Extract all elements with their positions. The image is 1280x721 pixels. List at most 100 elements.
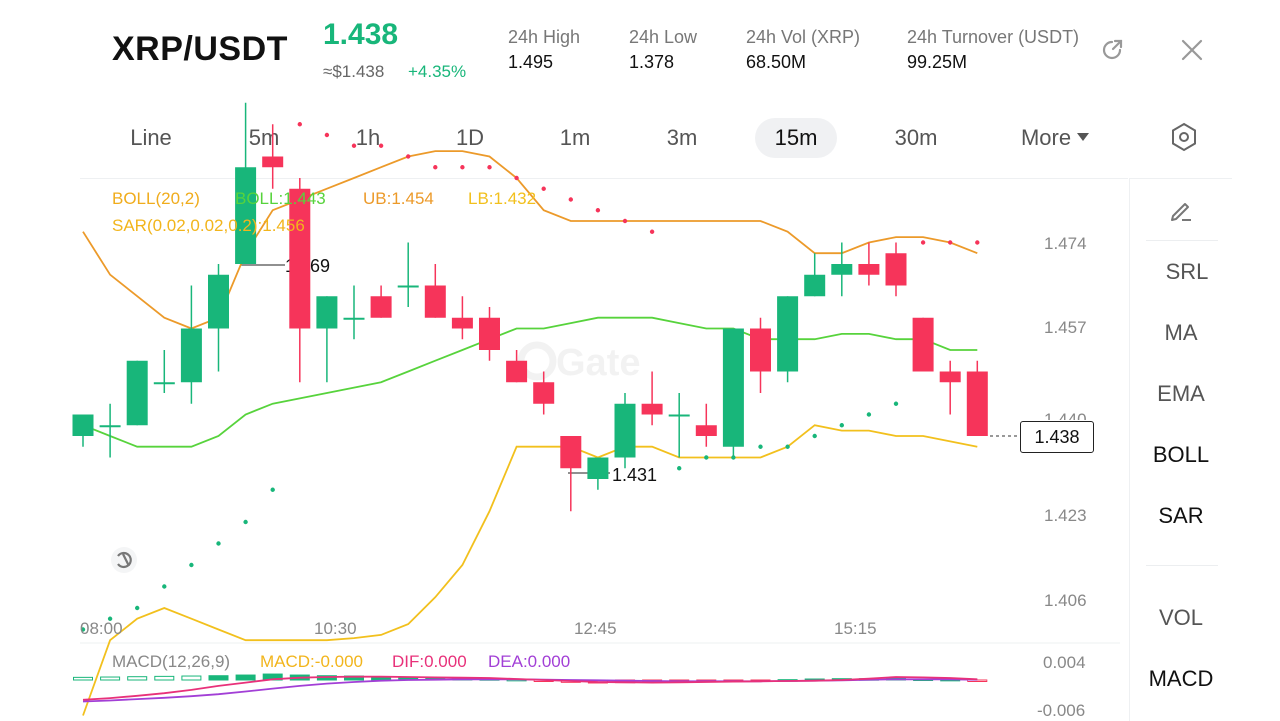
dif-value: DIF:0.000 <box>392 652 467 671</box>
sar-dot <box>920 240 926 245</box>
candle-body <box>614 403 636 458</box>
candle-body <box>722 328 744 447</box>
sar-dot <box>433 165 438 170</box>
candlestick-chart[interactable]: Gate 1.469 1.431 <box>0 0 1280 720</box>
sar-dot <box>622 218 628 224</box>
candle-body <box>587 457 609 479</box>
candle-body <box>208 274 229 329</box>
indicator-side-panel: SRL MA EMA BOLL SAR VOL MACD <box>1129 178 1232 721</box>
boll-mid-value: BOLL:1.443 <box>235 189 326 208</box>
price-axis-tick: 1.474 <box>1044 234 1087 253</box>
sar-dot <box>406 154 411 159</box>
boll-lb-value: LB:1.432 <box>468 189 537 208</box>
macd-params: MACD(12,26,9) <box>112 652 231 671</box>
candle-body <box>506 360 528 383</box>
sar-dot <box>351 143 357 148</box>
sar-dot <box>948 240 953 245</box>
candle-body <box>370 296 392 318</box>
current-price-tag: 1.438 <box>1020 421 1094 453</box>
macd-value: MACD:-0.000 <box>260 652 363 671</box>
price-axis-tick: 1.406 <box>1044 591 1087 610</box>
candle-body <box>939 371 961 383</box>
sar-dot <box>541 186 546 191</box>
indicator-boll[interactable]: BOLL <box>1130 442 1232 468</box>
candle-body <box>912 317 934 372</box>
indicator-sar[interactable]: SAR <box>1130 503 1232 529</box>
sar-dot <box>487 165 492 170</box>
macd-histogram-bar <box>127 676 148 681</box>
candle-body <box>451 317 473 329</box>
sar-dot <box>649 229 655 234</box>
sar-dot <box>270 487 275 492</box>
macd-axis-tick: 0.004 <box>1043 653 1086 672</box>
sar-value: SAR(0.02,0.02,0.2):1.456 <box>112 216 305 235</box>
time-axis-tick: 08:00 <box>80 619 123 638</box>
time-axis-tick: 12:45 <box>574 619 617 638</box>
sar-dot <box>243 519 248 525</box>
pencil-icon[interactable] <box>1130 197 1232 229</box>
candle-body <box>289 188 311 329</box>
sar-dot <box>785 444 790 449</box>
sar-dot <box>189 562 194 568</box>
candle-body <box>262 156 284 168</box>
candle-body <box>180 328 202 383</box>
candle-body <box>99 425 121 428</box>
sar-dot <box>135 605 140 611</box>
candle-body <box>966 371 988 436</box>
macd-histogram-bar <box>154 675 175 681</box>
sar-dot <box>677 466 682 471</box>
candle-body <box>343 317 365 320</box>
candle-body <box>397 285 419 288</box>
gate-watermark: Gate <box>517 341 640 384</box>
sar-dot <box>731 455 736 460</box>
sar-dot <box>595 208 601 213</box>
indicator-ema[interactable]: EMA <box>1130 381 1232 407</box>
candle-body <box>153 382 175 385</box>
candle-body <box>641 403 663 415</box>
dea-line <box>82 678 978 703</box>
boll-ub-value: UB:1.454 <box>363 189 434 208</box>
candle-body <box>858 264 880 275</box>
candle-body <box>831 264 853 275</box>
dea-value: DEA:0.000 <box>488 652 571 671</box>
sar-dot <box>812 433 817 439</box>
macd-histogram-bar <box>235 674 256 681</box>
sar-dot <box>704 455 709 460</box>
sar-dot <box>324 132 330 138</box>
candle-body <box>533 382 555 404</box>
candle-body <box>479 317 500 350</box>
macd-histogram-bar <box>208 675 229 681</box>
sar-dot <box>975 240 980 245</box>
macd-axis-tick: -0.006 <box>1037 701 1086 720</box>
macd-histogram-bar <box>73 676 93 681</box>
sar-dot <box>839 423 844 428</box>
replay-icon[interactable] <box>111 547 137 573</box>
boll-params: BOLL(20,2) <box>112 189 200 208</box>
boll-mid-line <box>82 316 978 448</box>
candle-body <box>695 425 717 436</box>
indicator-macd[interactable]: MACD <box>1130 666 1232 692</box>
macd-histogram-bar <box>100 676 121 681</box>
time-axis-tick: 10:30 <box>314 619 357 638</box>
sar-dot <box>460 165 465 170</box>
candle-body <box>750 328 771 372</box>
candle-body <box>668 414 690 417</box>
low-marker-label: 1.431 <box>612 465 657 485</box>
time-axis-tick: 15:15 <box>834 619 877 638</box>
svg-text:Gate: Gate <box>556 342 640 384</box>
sar-dot <box>758 444 763 449</box>
sar-dot <box>216 541 221 546</box>
indicator-srl[interactable]: SRL <box>1136 259 1238 285</box>
candle-body <box>126 360 148 426</box>
price-axis-tick: 1.423 <box>1044 506 1087 525</box>
sar-dot <box>568 197 573 202</box>
sar-dot <box>378 143 384 148</box>
indicator-ma[interactable]: MA <box>1130 320 1232 346</box>
candle-body <box>560 436 582 469</box>
candle-body <box>804 274 826 297</box>
candle-body <box>72 414 94 436</box>
indicator-vol[interactable]: VOL <box>1130 605 1232 631</box>
candle-body <box>885 253 907 286</box>
sar-dot <box>893 401 899 406</box>
candle-body <box>777 296 799 372</box>
